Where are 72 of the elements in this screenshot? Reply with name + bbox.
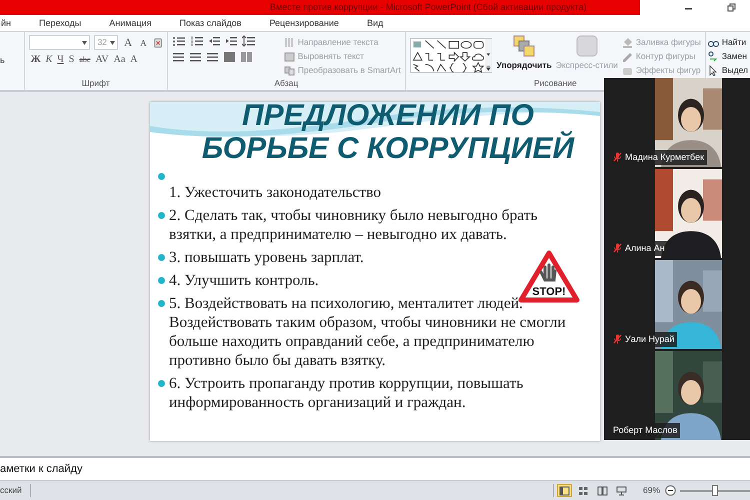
font-format-button[interactable]: Aa [112, 53, 128, 67]
grow-font-button[interactable]: A [122, 36, 134, 50]
dropdown-arrow-icon [82, 40, 88, 44]
text-direction-icon [284, 36, 295, 48]
align-right-icon[interactable] [206, 51, 219, 63]
font-format-button[interactable]: AV [93, 53, 111, 67]
participant-name: Мадина Курметбек [625, 150, 704, 164]
bullet-icon [158, 173, 165, 180]
view-button[interactable] [556, 484, 572, 497]
bullet-text: 2. Сделать так, чтобы чиновнику было невыгодно брать взятки, а предпринимателю – невыгодно их давать. [169, 206, 539, 244]
indent-icon[interactable] [224, 35, 238, 47]
fill-bucket-icon [622, 36, 633, 48]
participant-name: Уали Нурай [625, 332, 674, 346]
zoom-level: 69% [642, 484, 660, 497]
line-spacing-icon[interactable] [242, 35, 256, 47]
dropdown-arrow-icon [110, 40, 116, 44]
font-format-button[interactable]: abc [77, 53, 92, 67]
group-label: Абзац [273, 77, 300, 90]
restore-icon[interactable] [727, 3, 736, 12]
view-button[interactable] [594, 484, 610, 497]
ribbon-command[interactable]: Найти [708, 35, 748, 49]
ribbon-tab[interactable]: Анимация [95, 15, 166, 31]
clear-formatting-icon[interactable] [152, 36, 163, 48]
arrange-button[interactable]: Упорядочить [496, 35, 552, 77]
zoom-out-icon[interactable] [665, 485, 676, 496]
slide-title: ПРЕДЛОЖЕНИИ ПО [242, 102, 534, 132]
cursor-icon [708, 64, 719, 76]
zoom-slider-thumb[interactable] [712, 484, 718, 496]
shape-gallery-drawing[interactable] [410, 35, 492, 76]
font-format-button[interactable]: Ж [28, 53, 43, 67]
bullet-text: 1. Ужесточить законодательство [169, 183, 382, 202]
font-format-button[interactable]: К [44, 53, 54, 67]
pencil-icon [622, 50, 633, 62]
slideshow-icon [616, 486, 627, 496]
numbered-list-icon[interactable] [190, 35, 204, 47]
window-title: Вместе против коррупции - Microsoft PowerPoint (Сбой активации продукта) [270, 0, 587, 14]
slide-sorter-icon [578, 486, 589, 496]
style-swatch-icon [576, 35, 598, 57]
bullet-text: 3. повышать уровень зарплат. [169, 248, 364, 267]
group-label: Шрифт [80, 77, 111, 90]
align-left-icon[interactable] [172, 51, 185, 63]
arrange-icon [513, 35, 536, 57]
ribbon-tab[interactable]: Показ слайдов [165, 15, 256, 31]
group-label: Рисование [532, 77, 578, 90]
outdent-icon[interactable] [208, 35, 221, 47]
smartart-icon [284, 64, 295, 76]
ribbon-tab[interactable]: Переходы [25, 15, 96, 31]
ribbon-tab[interactable]: йн [0, 15, 25, 31]
align-center-icon[interactable] [188, 51, 202, 63]
bullet-text: 4. Улучшить контроль. [169, 271, 319, 290]
stop-sign: STOP! [518, 250, 580, 304]
participant-name: Алина Ан [625, 242, 665, 254]
font-name-field[interactable] [28, 35, 90, 50]
ribbon-command[interactable]: Выдел [708, 63, 748, 77]
bullet-text: 6. Устроить пропаганду против коррупции, повышать информированность организаций и граждан. [169, 374, 524, 412]
participant-name: Роберт Маслов [613, 424, 678, 437]
reading-view-icon [596, 486, 608, 496]
ribbon-tab[interactable]: Вид [352, 15, 398, 31]
language-label: сский [0, 484, 31, 497]
bullet-list-icon[interactable] [172, 35, 186, 47]
notes-field[interactable]: аметки к слайду [0, 456, 750, 480]
font-format-button[interactable]: S [66, 53, 76, 67]
font-format-button[interactable]: A [128, 53, 140, 67]
ribbon-command[interactable]: Замен [708, 49, 748, 63]
align-text-icon [284, 50, 295, 62]
view-button[interactable] [614, 484, 629, 497]
shrink-font-button[interactable]: A [138, 36, 149, 50]
slide-title: БОРЬБЕ С КОРРУПЦИЕЙ [202, 132, 574, 165]
ribbon-tab[interactable]: Рецензирование [255, 15, 353, 31]
ribbon-label: ь [0, 54, 6, 67]
font-format-button[interactable]: Ч [55, 53, 66, 67]
normal-view-icon [558, 486, 570, 496]
